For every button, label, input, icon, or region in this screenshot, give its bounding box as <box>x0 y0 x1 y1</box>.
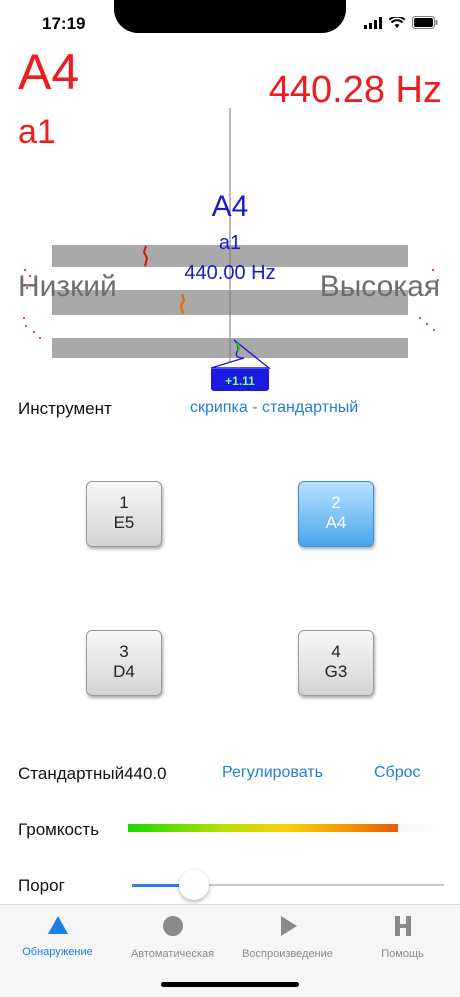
adjust-link[interactable]: Регулировать <box>222 764 323 782</box>
home-indicator <box>161 982 299 987</box>
tab-label: Обнаружение <box>22 946 93 958</box>
device-notch <box>114 0 346 33</box>
cents-offset-badge: +1.11 <box>211 369 269 391</box>
string-number: 1 <box>119 493 129 512</box>
string-note: E5 <box>113 513 135 532</box>
string-number: 2 <box>331 493 341 512</box>
circle-icon <box>162 916 183 936</box>
string-button-2[interactable]: 2 A4 <box>298 481 374 547</box>
triangle-icon <box>47 916 68 934</box>
standard-label: Стандартный <box>18 764 125 783</box>
volume-meter <box>128 824 398 832</box>
wifi-icon <box>389 16 405 28</box>
string-button-1[interactable]: 1 E5 <box>86 481 162 547</box>
tab-help[interactable]: Помощь <box>345 915 460 960</box>
string-number: 3 <box>119 642 129 661</box>
string-note: D4 <box>113 662 135 681</box>
target-note: A4 <box>211 190 249 223</box>
tab-detection[interactable]: Обнаружение <box>0 915 115 958</box>
battery-icon <box>412 16 438 29</box>
status-icons <box>364 16 438 29</box>
string-button-4[interactable]: 4 G3 <box>298 630 374 696</box>
detected-note: A4 <box>18 44 80 100</box>
standard-pitch: Стандартный440.0 <box>18 764 167 784</box>
low-label: Низкий <box>18 270 117 303</box>
tab-automatic[interactable]: Автоматическая <box>115 915 230 960</box>
tab-label: Воспроизведение <box>242 948 333 960</box>
signal-icon <box>364 16 382 29</box>
string-button-3[interactable]: 3 D4 <box>86 630 162 696</box>
threshold-slider-knob[interactable] <box>179 870 209 900</box>
instrument-label: Инструмент <box>18 399 112 418</box>
threshold-label: Порог <box>18 876 65 895</box>
string-note: G3 <box>324 662 348 681</box>
standard-value: 440.0 <box>124 764 167 783</box>
high-label: Высокая <box>319 270 440 303</box>
string-note: A4 <box>325 513 347 532</box>
reset-link[interactable]: Сброс <box>374 764 421 782</box>
target-octave: a1 <box>218 232 242 254</box>
instrument-select-link[interactable]: скрипка - стандартный <box>190 399 358 417</box>
tab-label: Автоматическая <box>130 948 215 960</box>
help-h-icon <box>394 916 411 936</box>
play-icon <box>280 916 297 936</box>
tab-label: Помощь <box>381 948 424 960</box>
string-number: 4 <box>331 642 341 661</box>
volume-label: Громкость <box>18 820 100 839</box>
status-time: 17:19 <box>42 14 86 33</box>
tab-playback[interactable]: Воспроизведение <box>230 915 345 960</box>
volume-meter-track <box>398 824 442 832</box>
